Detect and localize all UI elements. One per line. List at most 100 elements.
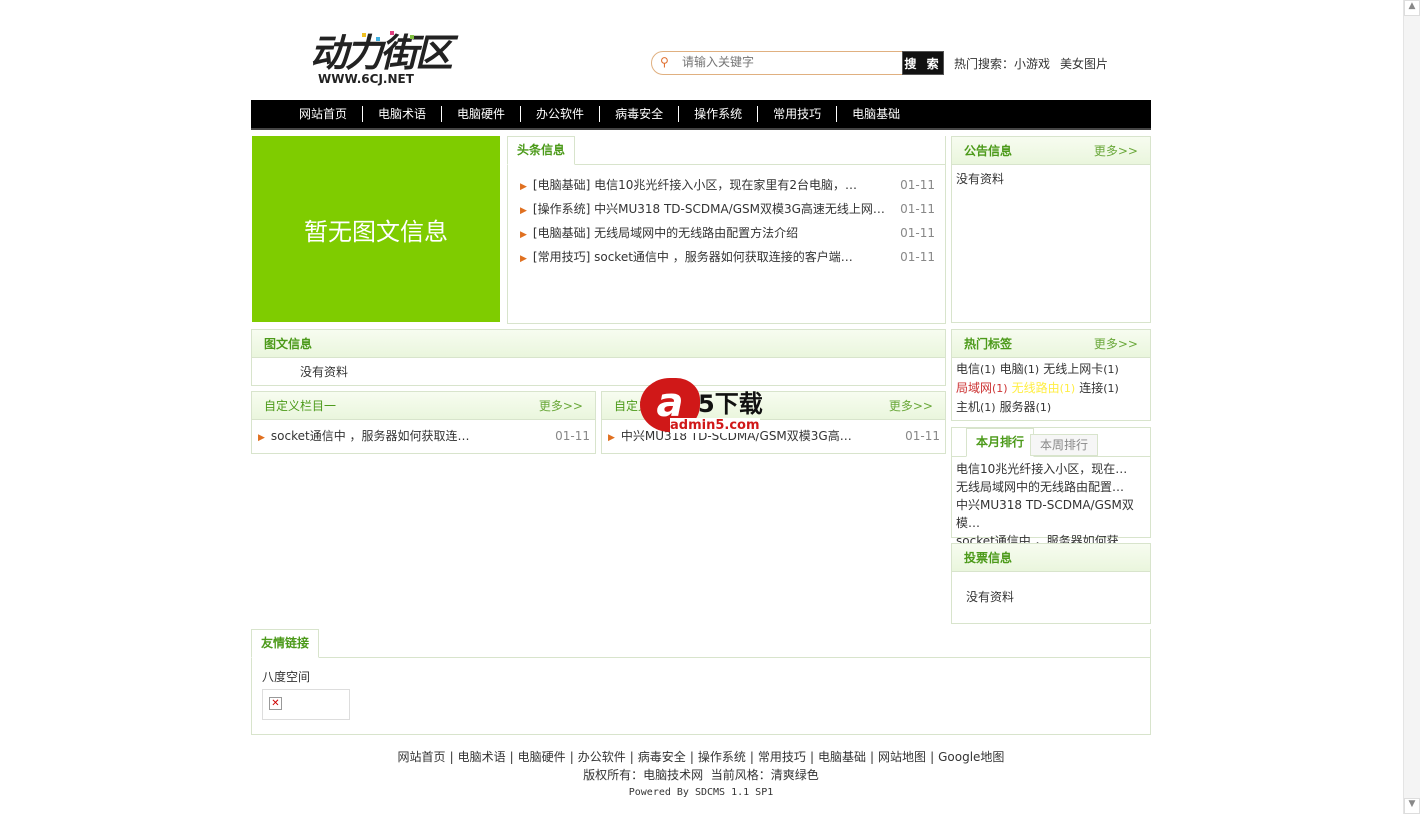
column-two-more-link[interactable]: 更多>> — [889, 397, 933, 414]
nav-os[interactable]: 操作系统 — [678, 106, 757, 122]
links-tab[interactable]: 友情链接 — [251, 629, 320, 658]
watermark-url: admin5.com — [670, 418, 760, 433]
separator: | — [930, 750, 935, 764]
rank-item[interactable]: 中兴MU318 TD-SCDMA/GSM双模… — [956, 496, 1146, 532]
separator: | — [809, 750, 814, 764]
footer-link[interactable]: Google地图 — [938, 750, 1004, 764]
picinfo-panel: 图文信息 没有资料 — [251, 329, 946, 386]
rank-item[interactable]: 无线局域网中的无线路由配置… — [956, 478, 1146, 496]
separator: | — [689, 750, 694, 764]
arrow-icon: ▶ — [258, 433, 265, 443]
tag-link[interactable]: 无线路由(1) — [1012, 381, 1076, 395]
link-logo-broken-image[interactable]: ✕ — [262, 689, 350, 720]
footer-copyright: 版权所有：电脑技术网 当前风格：清爽绿色 — [583, 768, 819, 782]
link-text[interactable]: 八度空间 — [252, 658, 1150, 689]
tag-link[interactable]: 电脑(1) — [1000, 362, 1040, 376]
footer-link[interactable]: 网站首页 — [398, 750, 446, 764]
search-input[interactable] — [682, 55, 892, 69]
tag-count: (1) — [980, 401, 996, 414]
search-button[interactable]: 搜 索 — [902, 51, 944, 75]
tag-link[interactable]: 无线上网卡(1) — [1043, 362, 1119, 376]
column-one-more-link[interactable]: 更多>> — [539, 397, 583, 414]
headlines-tab[interactable]: 头条信息 — [507, 136, 576, 165]
footer-link[interactable]: 电脑硬件 — [518, 750, 566, 764]
footer-link[interactable]: 网站地图 — [878, 750, 926, 764]
headline-item[interactable]: ▶ [常用技巧] socket通信中 ，服务器如何获取连接的客户端… 01-11 — [520, 245, 935, 269]
tab-week-rank[interactable]: 本周排行 — [1030, 434, 1099, 456]
footer-links: 网站首页 | 电脑术语 | 电脑硬件 | 办公软件 | 病毒安全 | 操作系统 | 常用技巧 | 电脑基础 |… — [251, 748, 1151, 766]
tag-count: (1) — [1103, 382, 1119, 395]
footer-link[interactable]: 操作系统 — [698, 750, 746, 764]
footer-link[interactable]: 电脑基础 — [818, 750, 866, 764]
no-picture-placeholder: 暂无图文信息 — [252, 136, 500, 322]
rank-item[interactable]: 电信10兆光纤接入小区，现在… — [956, 460, 1146, 478]
notice-title: 公告信息 — [964, 144, 1013, 158]
scroll-down-icon[interactable]: ▼ — [1404, 798, 1420, 814]
tag-link[interactable]: 连接(1) — [1079, 381, 1119, 395]
column-one-panel: 自定义栏目一 更多>> ▶ socket通信中 ，服务器如何获取连… 01-11 — [251, 391, 596, 454]
column-item-link[interactable]: socket通信中 ，服务器如何获取连… — [271, 429, 470, 443]
hot-search-link[interactable]: 美女图片 — [1060, 57, 1108, 71]
separator: | — [569, 750, 574, 764]
arrow-icon: ▶ — [520, 230, 527, 240]
logo-text: 动力街区 — [310, 31, 453, 75]
picinfo-title: 图文信息 — [264, 337, 313, 351]
tags-more-link[interactable]: 更多>> — [1094, 335, 1138, 352]
admin5-watermark: a 5下载 admin5.com — [640, 378, 780, 438]
main-nav: 网站首页 电脑术语 电脑硬件 办公软件 病毒安全 操作系统 常用技巧 电脑基础 — [251, 100, 1151, 130]
links-panel: 友情链接 八度空间 ✕ — [251, 629, 1151, 735]
tag-link[interactable]: 局域网(1) — [956, 381, 1008, 395]
headline-item[interactable]: ▶ [电脑基础] 无线局域网中的无线路由配置方法介绍 01-11 — [520, 221, 935, 245]
tag-name: 局域网 — [956, 381, 993, 395]
rank-panel: 本月排行 本周排行 电信10兆光纤接入小区，现在… 无线局域网中的无线路由配置…… — [951, 427, 1151, 548]
scroll-up-icon[interactable]: ▲ — [1404, 0, 1420, 16]
nav-terms[interactable]: 电脑术语 — [362, 106, 441, 122]
nav-tips[interactable]: 常用技巧 — [757, 106, 836, 122]
tag-link[interactable]: 主机(1) — [956, 400, 996, 414]
headline-item[interactable]: ▶ [操作系统] 中兴MU318 TD-SCDMA/GSM双模3G高速无线上网… 0… — [520, 197, 935, 221]
headline-link[interactable]: [电脑基础] 无线局域网中的无线路由配置方法介绍 — [533, 226, 798, 240]
tag-count: (1) — [1103, 363, 1119, 376]
notice-more-link[interactable]: 更多>> — [1094, 142, 1138, 159]
tag-name: 电信 — [956, 362, 981, 376]
hot-search: 热门搜索：小游戏 美女图片 — [954, 55, 1118, 72]
column-one-title: 自定义栏目一 — [264, 399, 337, 413]
tag-count: (1) — [1059, 382, 1076, 395]
vertical-scrollbar[interactable]: ▲ ▼ — [1403, 0, 1420, 814]
headline-item[interactable]: ▶ [电脑基础] 电信10兆光纤接入小区，现在家里有2台电脑，… 01-11 — [520, 173, 935, 197]
tab-month-rank[interactable]: 本月排行 — [966, 428, 1035, 457]
tag-link[interactable]: 电信(1) — [956, 362, 996, 376]
nav-security[interactable]: 病毒安全 — [599, 106, 678, 122]
separator: | — [629, 750, 634, 764]
tag-name: 连接 — [1079, 381, 1104, 395]
headline-date: 01-11 — [900, 202, 935, 216]
footer-link[interactable]: 病毒安全 — [638, 750, 686, 764]
column-item[interactable]: ▶ socket通信中 ，服务器如何获取连… 01-11 — [258, 424, 590, 448]
tag-link[interactable]: 服务器(1) — [1000, 400, 1052, 414]
nav-office[interactable]: 办公软件 — [520, 106, 599, 122]
separator: | — [509, 750, 514, 764]
headline-link[interactable]: [操作系统] 中兴MU318 TD-SCDMA/GSM双模3G高速无线上网… — [533, 202, 885, 216]
nav-hardware[interactable]: 电脑硬件 — [441, 106, 520, 122]
tag-name: 无线上网卡 — [1043, 362, 1104, 376]
separator: | — [870, 750, 875, 764]
tag-name: 无线路由 — [1011, 381, 1060, 395]
headline-link[interactable]: [电脑基础] 电信10兆光纤接入小区，现在家里有2台电脑，… — [533, 178, 857, 192]
tags-title: 热门标签 — [964, 337, 1013, 351]
hot-tags-panel: 热门标签 更多>> 电信(1) 电脑(1) 无线上网卡(1) 局域网(1) 无线路由(1)… — [951, 329, 1151, 421]
headline-link[interactable]: [常用技巧] socket通信中 ，服务器如何获取连接的客户端… — [533, 250, 853, 264]
hot-search-label: 热门搜索： — [954, 57, 1015, 71]
site-logo[interactable]: 动力街区 WWW.6CJ.NET — [310, 31, 460, 91]
footer-link[interactable]: 办公软件 — [578, 750, 626, 764]
arrow-icon: ▶ — [608, 433, 615, 443]
nav-home[interactable]: 网站首页 — [287, 106, 362, 122]
arrow-icon: ▶ — [520, 206, 527, 216]
hot-search-link[interactable]: 小游戏 — [1014, 57, 1050, 71]
footer-link[interactable]: 电脑术语 — [458, 750, 506, 764]
column-item-date: 01-11 — [555, 429, 590, 443]
nav-basics[interactable]: 电脑基础 — [836, 106, 915, 122]
tag-cloud: 电信(1) 电脑(1) 无线上网卡(1) 局域网(1) 无线路由(1) 连接(1) 主机(1… — [952, 358, 1150, 419]
footer-powered: Powered By SDCMS 1.1 SP1 — [628, 787, 774, 798]
footer-link[interactable]: 常用技巧 — [758, 750, 806, 764]
tag-name: 电脑 — [999, 362, 1024, 376]
